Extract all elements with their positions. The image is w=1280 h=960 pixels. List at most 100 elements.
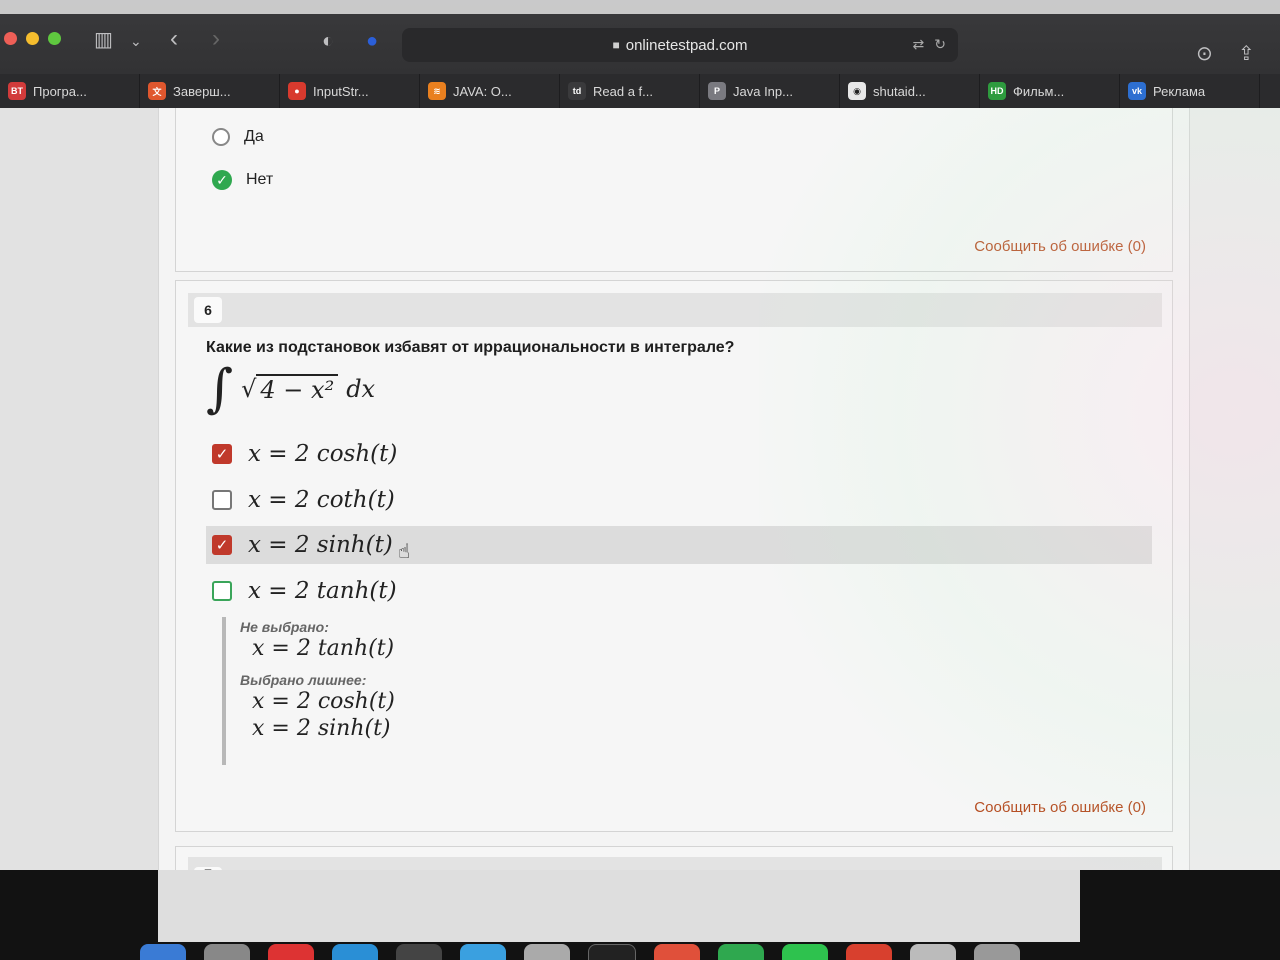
- zoom-window-button[interactable]: [48, 32, 61, 45]
- bookmark-item[interactable]: 文 Заверш...: [140, 74, 280, 108]
- sqrt-symbol: √: [241, 375, 257, 403]
- option-sinh[interactable]: ✓ x = 2 sinh(t): [206, 526, 1152, 564]
- bookmark-favicon-icon: ≋: [428, 82, 446, 100]
- dock-app-icon[interactable]: [268, 944, 314, 960]
- bookmark-label: InputStr...: [313, 83, 369, 99]
- shield-icon[interactable]: ◐: [322, 31, 334, 51]
- bookmark-item[interactable]: td Read a f...: [560, 74, 700, 108]
- reload-icon[interactable]: ↻: [934, 36, 946, 53]
- bookmark-label: Read a f...: [593, 83, 653, 99]
- bookmark-item[interactable]: ◉ shutaid...: [840, 74, 980, 108]
- url-text: onlinetestpad.com: [625, 36, 748, 54]
- sidebar-icon[interactable]: ▥: [94, 30, 113, 50]
- dock-app-icon[interactable]: [396, 944, 442, 960]
- dock-app-icon[interactable]: [332, 944, 378, 960]
- radio-option-yes[interactable]: Да: [212, 128, 264, 146]
- dock-app-icon[interactable]: [460, 944, 506, 960]
- checkbox-unchecked[interactable]: [212, 581, 232, 601]
- dock: [140, 944, 1160, 960]
- option-tanh[interactable]: x = 2 tanh(t): [206, 572, 1152, 610]
- report-error-link[interactable]: Сообщить об ошибке (0): [974, 799, 1146, 816]
- dock-app-icon[interactable]: [846, 944, 892, 960]
- option-coth[interactable]: x = 2 coth(t): [206, 481, 1152, 519]
- dock-app-icon[interactable]: [524, 944, 570, 960]
- option-formula: x = 2 sinh(t): [248, 532, 393, 558]
- dock-app-icon[interactable]: [654, 944, 700, 960]
- radio-option-no[interactable]: ✓ Нет: [212, 170, 273, 190]
- checkbox-checked[interactable]: ✓: [212, 444, 232, 464]
- bookmark-item[interactable]: ● InputStr...: [280, 74, 420, 108]
- radio-button[interactable]: [212, 128, 230, 146]
- bookmarks-bar: BT Програ... 文 Заверш... ● InputStr... ≋ JAVA: …: [0, 74, 1280, 109]
- bookmark-item[interactable]: HD Фильм...: [980, 74, 1120, 108]
- menu-bar: [0, 0, 1280, 14]
- correct-check-icon: ✓: [212, 170, 232, 190]
- answer-feedback: Не выбрано: x = 2 tanh(t) Выбрано лишнее…: [222, 617, 640, 765]
- bookmark-label: Фильм...: [1013, 83, 1065, 99]
- question-text: Какие из подстановок избавят от иррацион…: [206, 339, 735, 356]
- dock-app-icon[interactable]: [204, 944, 250, 960]
- dock-app-icon[interactable]: [910, 944, 956, 960]
- back-icon[interactable]: ‹: [170, 27, 178, 51]
- option-cosh[interactable]: ✓ x = 2 cosh(t): [206, 435, 1152, 473]
- question-number: 6: [194, 297, 222, 323]
- dock-app-icon[interactable]: [140, 944, 186, 960]
- bookmark-label: Програ...: [33, 83, 87, 99]
- address-bar[interactable]: ■ onlinetestpad.com ⇄ ↻: [402, 28, 958, 62]
- bookmark-item[interactable]: BT Програ...: [0, 74, 140, 108]
- bookmark-favicon-icon: HD: [988, 82, 1006, 100]
- integral-sign: ∫: [206, 359, 234, 419]
- page-gutter: [0, 108, 158, 870]
- bookmark-label: Java Inp...: [733, 83, 793, 99]
- chevron-down-icon[interactable]: ⌄: [130, 31, 142, 51]
- not-selected-formula: x = 2 tanh(t): [252, 636, 395, 661]
- radicand: 4 − x²: [256, 374, 339, 404]
- bookmark-favicon-icon: vk: [1128, 82, 1146, 100]
- bookmark-label: shutaid...: [873, 83, 926, 99]
- dock-app-icon[interactable]: [588, 944, 636, 960]
- translate-icon[interactable]: ⇄: [913, 36, 925, 53]
- dock-app-icon[interactable]: [782, 944, 828, 960]
- question-header: 6: [188, 293, 1162, 327]
- bookmark-favicon-icon: P: [708, 82, 726, 100]
- background-window: [158, 870, 1080, 942]
- screen: ▥ ⌄ ‹ › ◐ ● ■ onlinetestpad.com ⇄ ↻ ⊙ ⇪ …: [0, 0, 1280, 960]
- bookmark-label: JAVA: O...: [453, 83, 512, 99]
- bookmark-favicon-icon: 文: [148, 82, 166, 100]
- differential: dx: [346, 375, 376, 403]
- download-icon[interactable]: ⊙: [1196, 44, 1213, 64]
- dock-app-icon[interactable]: [718, 944, 764, 960]
- report-error-link[interactable]: Сообщить об ошибке (0): [974, 238, 1146, 255]
- next-question-card: 7: [175, 846, 1173, 870]
- checkbox-unchecked[interactable]: [212, 490, 232, 510]
- checkbox-checked[interactable]: ✓: [212, 535, 232, 555]
- bookmark-favicon-icon: ◉: [848, 82, 866, 100]
- minimize-window-button[interactable]: [26, 32, 39, 45]
- integral-formula: ∫ √ 4 − x² dx: [206, 363, 375, 415]
- forward-icon[interactable]: ›: [212, 27, 220, 51]
- extra-selected-formula: x = 2 cosh(t): [252, 689, 395, 714]
- previous-question-card: Да ✓ Нет Сообщить об ошибке (0): [175, 108, 1173, 272]
- not-selected-label: Не выбрано:: [240, 619, 329, 635]
- bookmark-favicon-icon: td: [568, 82, 586, 100]
- bookmark-item[interactable]: vk Реклама: [1120, 74, 1260, 108]
- extra-selected-formula: x = 2 sinh(t): [252, 716, 391, 741]
- share-icon[interactable]: ⇪: [1238, 44, 1255, 64]
- option-formula: x = 2 tanh(t): [248, 578, 397, 604]
- lock-icon: ■: [612, 38, 620, 52]
- extension-icon[interactable]: ●: [366, 31, 378, 51]
- bookmark-item[interactable]: P Java Inp...: [700, 74, 840, 108]
- bookmark-item[interactable]: ≋ JAVA: O...: [420, 74, 560, 108]
- option-formula: x = 2 cosh(t): [248, 441, 398, 467]
- question-header: 7: [188, 857, 1162, 870]
- radio-label: Да: [244, 128, 264, 145]
- trash-icon[interactable]: [974, 944, 1020, 960]
- bookmark-favicon-icon: BT: [8, 82, 26, 100]
- option-formula: x = 2 coth(t): [248, 487, 395, 513]
- bookmark-favicon-icon: ●: [288, 82, 306, 100]
- close-window-button[interactable]: [4, 32, 17, 45]
- page-viewport: Да ✓ Нет Сообщить об ошибке (0) 6 Какие …: [0, 108, 1280, 870]
- browser-toolbar: ▥ ⌄ ‹ › ◐ ● ■ onlinetestpad.com ⇄ ↻ ⊙ ⇪: [0, 0, 1280, 75]
- bookmark-label: Заверш...: [173, 83, 231, 99]
- bookmark-label: Реклама: [1153, 83, 1206, 99]
